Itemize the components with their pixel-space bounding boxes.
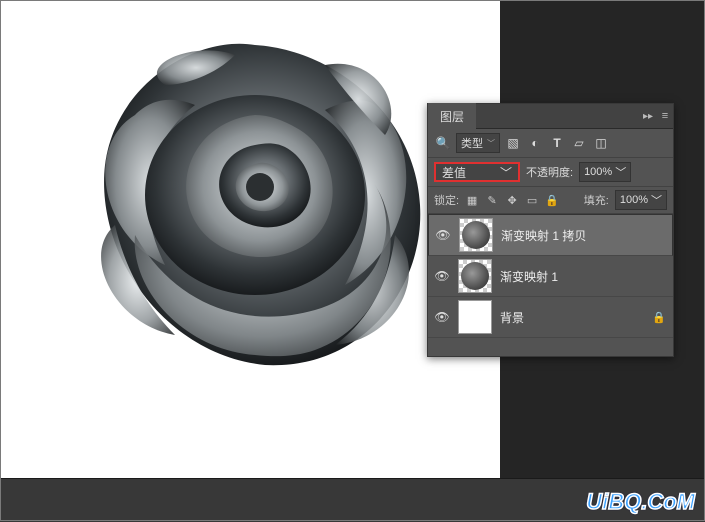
fill-value-input[interactable]: 100% ﹀ (615, 190, 667, 210)
lock-all-icon[interactable]: 🔒 (545, 194, 559, 207)
chevron-down-icon: ﹀ (651, 192, 662, 208)
visibility-toggle-icon[interactable]: 👁 (435, 228, 451, 242)
smart-icon[interactable]: ◫ (592, 134, 610, 152)
lock-pixels-icon[interactable]: ▦ (465, 194, 479, 207)
blend-mode-row: 差值 ﹀ 不透明度: 100% ﹀ (428, 158, 673, 187)
layer-thumbnail[interactable] (458, 300, 492, 334)
layer-thumbnail[interactable] (459, 218, 493, 252)
layer-list: 👁 渐变映射 1 拷贝 👁 渐变映射 1 👁 背景 🔒 (428, 214, 673, 338)
filter-type-label: 类型 (461, 135, 483, 151)
chevron-down-icon: ﹀ (500, 164, 512, 181)
watermark-text: UiBQ.CoM (586, 489, 695, 515)
visibility-toggle-icon[interactable]: 👁 (434, 310, 450, 324)
layer-row[interactable]: 👁 背景 🔒 (428, 297, 673, 338)
lock-move-icon[interactable]: ✥ (505, 194, 519, 207)
search-icon[interactable]: 🔍 (434, 134, 452, 152)
opacity-label: 不透明度: (526, 164, 573, 180)
lock-brush-icon[interactable]: ✎ (485, 194, 499, 207)
visibility-toggle-icon[interactable]: 👁 (434, 269, 450, 283)
path-icon[interactable]: ▱ (570, 134, 588, 152)
layer-row[interactable]: 👁 渐变映射 1 拷贝 (428, 214, 673, 256)
lock-label: 锁定: (434, 192, 459, 208)
blend-mode-select[interactable]: 差值 ﹀ (434, 162, 520, 182)
blend-mode-value: 差值 (442, 164, 466, 181)
layer-name-label: 渐变映射 1 拷贝 (501, 227, 666, 244)
panel-collapse-icon[interactable]: ▸▸ (639, 111, 657, 122)
layer-name-label: 背景 (500, 309, 643, 326)
layer-filter-row: 🔍 类型 ﹀ ▧ ◐ T ▱ ◫ (428, 129, 673, 158)
text-icon[interactable]: T (548, 134, 566, 152)
panel-tab-layers[interactable]: 图层 (428, 103, 476, 130)
lock-icon: 🔒 (651, 311, 667, 324)
opacity-value-input[interactable]: 100% ﹀ (579, 162, 631, 182)
adjustment-icon[interactable]: ◐ (526, 134, 544, 152)
layers-panel: 图层 ▸▸ ≡ 🔍 类型 ﹀ ▧ ◐ T ▱ ◫ 差值 ﹀ 不透明度: 100%… (427, 103, 674, 357)
rose-artwork (75, 25, 435, 375)
lock-artboard-icon[interactable]: ▭ (525, 194, 539, 207)
panel-tab-bar: 图层 ▸▸ ≡ (428, 104, 673, 129)
fill-value: 100% (620, 194, 648, 206)
chevron-down-icon: ﹀ (615, 164, 626, 180)
chevron-down-icon: ﹀ (487, 138, 495, 149)
filter-type-select[interactable]: 类型 ﹀ (456, 133, 500, 153)
layer-row[interactable]: 👁 渐变映射 1 (428, 256, 673, 297)
image-icon[interactable]: ▧ (504, 134, 522, 152)
lock-row: 锁定: ▦ ✎ ✥ ▭ 🔒 填充: 100% ﹀ (428, 187, 673, 214)
panel-menu-icon[interactable]: ≡ (657, 110, 673, 122)
layer-name-label: 渐变映射 1 (500, 268, 667, 285)
layer-thumbnail[interactable] (458, 259, 492, 293)
fill-label: 填充: (584, 192, 609, 208)
opacity-value: 100% (584, 166, 612, 178)
canvas-area (0, 0, 500, 478)
